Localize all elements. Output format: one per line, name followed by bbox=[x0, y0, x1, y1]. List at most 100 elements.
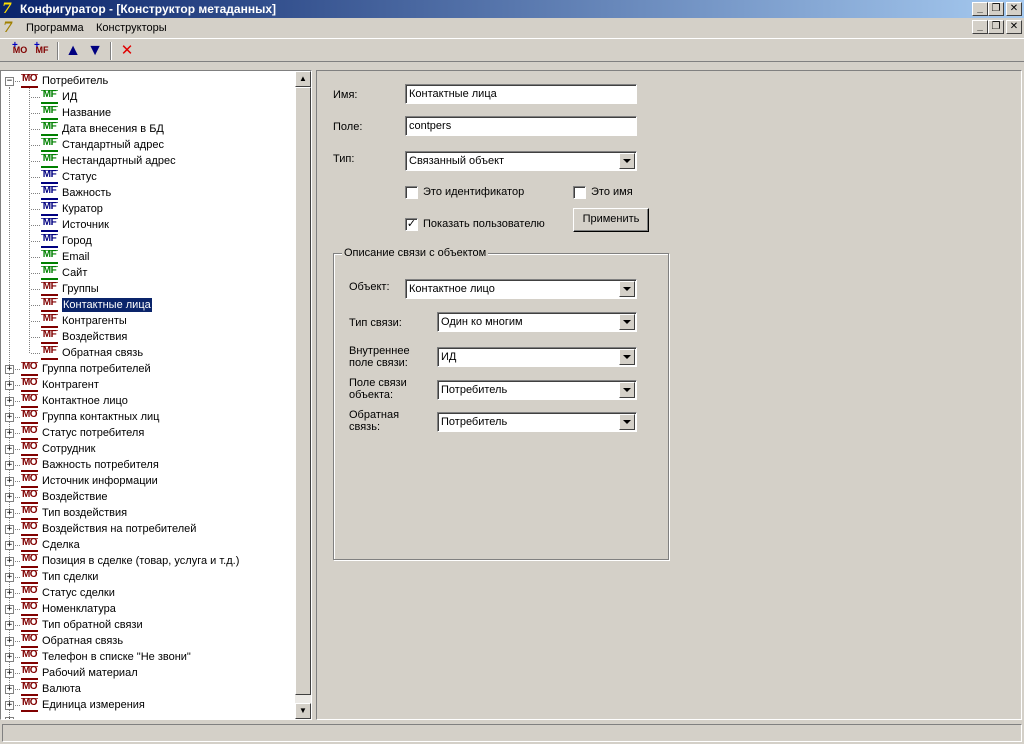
expand-icon[interactable]: + bbox=[5, 445, 14, 454]
scroll-thumb[interactable] bbox=[295, 87, 311, 695]
expand-icon[interactable]: + bbox=[5, 589, 14, 598]
restore-button[interactable]: ❐ bbox=[988, 2, 1004, 16]
tree-node-object[interactable]: + bbox=[1, 713, 295, 719]
name-field[interactable]: Контактные лица bbox=[405, 84, 637, 104]
tree-node-field[interactable]: MF Контактные лица bbox=[1, 297, 295, 313]
type-select[interactable]: Связанный объект bbox=[405, 151, 637, 171]
expand-icon[interactable]: + bbox=[5, 413, 14, 422]
show-user-checkbox[interactable]: ✓ bbox=[405, 218, 418, 231]
delete-button[interactable]: ✕ bbox=[117, 41, 137, 61]
tree-node-field[interactable]: MF Важность bbox=[1, 185, 295, 201]
chevron-down-icon[interactable] bbox=[619, 414, 635, 430]
expand-icon[interactable]: + bbox=[5, 669, 14, 678]
tree-node-object[interactable]: + MO Воздействие bbox=[1, 489, 295, 505]
tree-node-object[interactable]: + MO Обратная связь bbox=[1, 633, 295, 649]
move-down-button[interactable]: ▼ bbox=[85, 41, 105, 61]
tree-node-field[interactable]: MF Воздействия bbox=[1, 329, 295, 345]
object-select[interactable]: Контактное лицо bbox=[405, 279, 637, 299]
tree-node-object[interactable]: + MO Валюта bbox=[1, 681, 295, 697]
tree-node-field[interactable]: MF Город bbox=[1, 233, 295, 249]
tree-node-field[interactable]: MF Группы bbox=[1, 281, 295, 297]
expand-icon[interactable]: + bbox=[5, 461, 14, 470]
expand-icon[interactable]: + bbox=[5, 605, 14, 614]
chevron-down-icon[interactable] bbox=[619, 314, 635, 330]
tree-node-object[interactable]: + MO Тип обратной связи bbox=[1, 617, 295, 633]
mdi-minimize-button[interactable]: _ bbox=[972, 20, 988, 34]
tree-node-object[interactable]: + MO Сделка bbox=[1, 537, 295, 553]
menu-constructors[interactable]: Конструкторы bbox=[96, 22, 167, 34]
expand-icon[interactable]: + bbox=[5, 717, 14, 719]
tree-node-object[interactable]: − MO Потребитель bbox=[1, 73, 295, 89]
tree-node-field[interactable]: MF Источник bbox=[1, 217, 295, 233]
expand-icon[interactable]: + bbox=[5, 541, 14, 550]
scroll-down-button[interactable]: ▼ bbox=[295, 703, 311, 719]
expand-icon[interactable]: + bbox=[5, 621, 14, 630]
expand-icon[interactable]: + bbox=[5, 701, 14, 710]
inner-field-select[interactable]: ИД bbox=[437, 347, 637, 367]
back-link-select[interactable]: Потребитель bbox=[437, 412, 637, 432]
expand-icon[interactable]: + bbox=[5, 429, 14, 438]
tree-node-object[interactable]: + MO Телефон в списке "Не звони" bbox=[1, 649, 295, 665]
tree-node-object[interactable]: + MO Группа потребителей bbox=[1, 361, 295, 377]
chevron-down-icon[interactable] bbox=[619, 153, 635, 169]
field-name-field[interactable]: contpers bbox=[405, 116, 637, 136]
object-field-select[interactable]: Потребитель bbox=[437, 380, 637, 400]
tree-node-field[interactable]: MF Сайт bbox=[1, 265, 295, 281]
tree-node-object[interactable]: + MO Тип сделки bbox=[1, 569, 295, 585]
tree-node-object[interactable]: + MO Важность потребителя bbox=[1, 457, 295, 473]
tree-node-object[interactable]: + MO Рабочий материал bbox=[1, 665, 295, 681]
chevron-down-icon[interactable] bbox=[619, 382, 635, 398]
tree-node-object[interactable]: + MO Воздействия на потребителей bbox=[1, 521, 295, 537]
expand-icon[interactable]: + bbox=[5, 477, 14, 486]
tree-node-object[interactable]: + MO Сотрудник bbox=[1, 441, 295, 457]
tree-node-field[interactable]: MF Статус bbox=[1, 169, 295, 185]
minimize-button[interactable]: _ bbox=[972, 2, 988, 16]
mdi-close-button[interactable]: ✕ bbox=[1006, 20, 1022, 34]
close-button[interactable]: ✕ bbox=[1006, 2, 1022, 16]
tree-node-object[interactable]: + MO Статус сделки bbox=[1, 585, 295, 601]
tree-node-field[interactable]: MF Email bbox=[1, 249, 295, 265]
link-type-select[interactable]: Один ко многим bbox=[437, 312, 637, 332]
mdi-restore-button[interactable]: ❐ bbox=[988, 20, 1004, 34]
expand-icon[interactable]: + bbox=[5, 381, 14, 390]
tree-node-object[interactable]: + MO Группа контактных лиц bbox=[1, 409, 295, 425]
tree-node-field[interactable]: MF Дата внесения в БД bbox=[1, 121, 295, 137]
tree-node-field[interactable]: MF Название bbox=[1, 105, 295, 121]
tree-node-field[interactable]: MF Контрагенты bbox=[1, 313, 295, 329]
metadata-tree[interactable]: − MO Потребитель MF ИД MF Название MF Дата внесе… bbox=[0, 70, 312, 720]
tree-node-object[interactable]: + MO Единица измерения bbox=[1, 697, 295, 713]
add-object-button[interactable]: + MO bbox=[10, 41, 30, 61]
expand-icon[interactable]: + bbox=[5, 493, 14, 502]
tree-node-object[interactable]: + MO Контрагент bbox=[1, 377, 295, 393]
menu-program[interactable]: Программа bbox=[26, 22, 84, 34]
collapse-icon[interactable]: − bbox=[5, 77, 14, 86]
chevron-down-icon[interactable] bbox=[619, 349, 635, 365]
expand-icon[interactable]: + bbox=[5, 637, 14, 646]
is-name-checkbox[interactable] bbox=[573, 186, 586, 199]
tree-node-field[interactable]: MF Куратор bbox=[1, 201, 295, 217]
expand-icon[interactable]: + bbox=[5, 685, 14, 694]
tree-node-object[interactable]: + MO Номенклатура bbox=[1, 601, 295, 617]
expand-icon[interactable]: + bbox=[5, 397, 14, 406]
is-identifier-checkbox[interactable] bbox=[405, 186, 418, 199]
expand-icon[interactable]: + bbox=[5, 653, 14, 662]
expand-icon[interactable]: + bbox=[5, 557, 14, 566]
tree-node-object[interactable]: + MO Позиция в сделке (товар, услуга и т.д… bbox=[1, 553, 295, 569]
tree-node-object[interactable]: + MO Контактное лицо bbox=[1, 393, 295, 409]
move-up-button[interactable]: ▲ bbox=[63, 41, 83, 61]
tree-scrollbar[interactable]: ▲ ▼ bbox=[295, 71, 311, 719]
tree-node-field[interactable]: MF ИД bbox=[1, 89, 295, 105]
expand-icon[interactable]: + bbox=[5, 365, 14, 374]
document-icon[interactable]: 7 bbox=[3, 20, 21, 36]
tree-node-field[interactable]: MF Нестандартный адрес bbox=[1, 153, 295, 169]
tree-node-field[interactable]: MF Стандартный адрес bbox=[1, 137, 295, 153]
expand-icon[interactable]: + bbox=[5, 573, 14, 582]
tree-node-field[interactable]: MF Обратная связь bbox=[1, 345, 295, 361]
tree-node-object[interactable]: + MO Статус потребителя bbox=[1, 425, 295, 441]
tree-node-object[interactable]: + MO Тип воздействия bbox=[1, 505, 295, 521]
expand-icon[interactable]: + bbox=[5, 525, 14, 534]
expand-icon[interactable]: + bbox=[5, 509, 14, 518]
tree-node-object[interactable]: + MO Источник информации bbox=[1, 473, 295, 489]
scroll-up-button[interactable]: ▲ bbox=[295, 71, 311, 87]
apply-button[interactable]: Применить bbox=[573, 208, 649, 232]
